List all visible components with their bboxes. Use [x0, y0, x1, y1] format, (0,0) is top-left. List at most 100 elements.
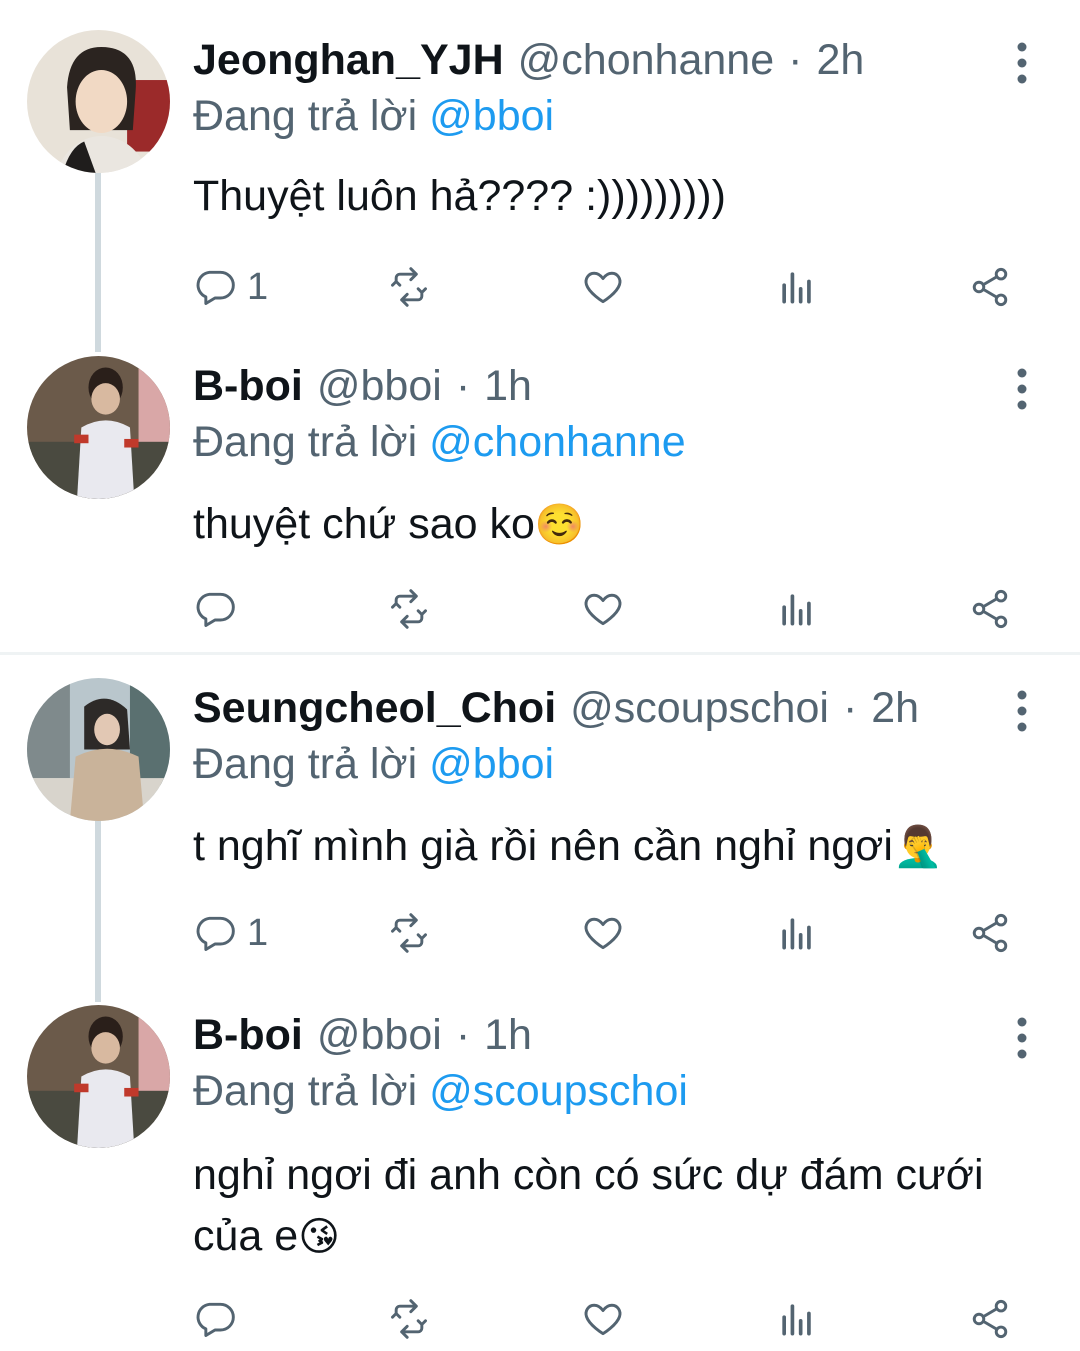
- tweet-text: t nghĩ mình già rồi nên cần nghỉ ngơi🤦‍♂…: [193, 816, 1053, 878]
- retweet-icon: [391, 589, 427, 629]
- retweet-button[interactable]: [387, 908, 431, 958]
- replying-to-line: Đang trả lời @bboi: [193, 740, 554, 789]
- avatar-image-jeonghan: [27, 30, 170, 173]
- retweet-button[interactable]: [387, 1294, 431, 1344]
- display-name[interactable]: B-boi: [193, 1011, 303, 1060]
- conversation-divider: [0, 652, 1080, 655]
- reply-icon: [196, 592, 235, 627]
- display-name[interactable]: Jeonghan_YJH: [193, 36, 504, 85]
- tweet-actions: [0, 1294, 1080, 1344]
- heart-icon: [584, 593, 622, 626]
- share-icon: [972, 1299, 1008, 1339]
- avatar[interactable]: [27, 1005, 170, 1148]
- views-button[interactable]: [775, 262, 819, 312]
- tweet-header: B-boi @bboi · 1h: [193, 1005, 532, 1065]
- tweet-header: B-boi @bboi · 1h: [193, 356, 532, 416]
- share-icon: [972, 913, 1008, 953]
- reply-count: 1: [247, 265, 269, 308]
- tweet-text-line-2: của e😘: [193, 1206, 1053, 1268]
- retweet-button[interactable]: [387, 584, 431, 634]
- retweet-icon: [391, 1299, 427, 1339]
- display-name[interactable]: Seungcheol_Choi: [193, 684, 556, 733]
- analytics-icon: [782, 1304, 811, 1336]
- share-button[interactable]: [968, 1294, 1012, 1344]
- analytics-icon: [782, 272, 811, 304]
- user-handle[interactable]: @bboi: [317, 1011, 442, 1060]
- tweet-actions: 1: [0, 262, 1080, 312]
- views-button[interactable]: [775, 908, 819, 958]
- avatar-image-bboi: [27, 1005, 170, 1148]
- retweet-button[interactable]: [387, 262, 431, 312]
- replying-to-line: Đang trả lời @bboi: [193, 92, 554, 141]
- share-button[interactable]: [968, 584, 1012, 634]
- like-button[interactable]: [581, 1294, 625, 1344]
- separator-dot: ·: [455, 1010, 471, 1059]
- more-vertical-icon[interactable]: [1005, 1013, 1039, 1063]
- tweet-text-content: Thuyệt luôn hả???? :))))))))): [193, 172, 726, 220]
- tweet-text: Thuyệt luôn hả???? :))))))))): [193, 166, 1053, 227]
- user-handle[interactable]: @chonhanne: [518, 36, 774, 85]
- retweet-icon: [391, 913, 427, 953]
- tweet-text-content: thuyệt chứ sao ko: [193, 500, 535, 548]
- more-vertical-icon[interactable]: [1005, 364, 1039, 414]
- user-handle[interactable]: @bboi: [317, 362, 442, 411]
- like-button[interactable]: [581, 908, 625, 958]
- tweet-actions: 1: [0, 908, 1080, 958]
- timestamp[interactable]: 1h: [484, 1011, 532, 1060]
- analytics-icon: [782, 918, 811, 950]
- separator-dot: ·: [788, 35, 803, 84]
- replying-to-label: Đang trả lời: [193, 1067, 418, 1115]
- heart-icon: [584, 271, 622, 304]
- avatar-image-bboi: [27, 356, 170, 499]
- tweet-header: Seungcheol_Choi @scoupschoi · 2h: [193, 678, 919, 738]
- kiss-emoji: 😘: [298, 1215, 340, 1259]
- tweet-actions: [0, 584, 1080, 634]
- reply-icon: [196, 916, 235, 951]
- avatar[interactable]: [27, 30, 170, 173]
- views-button[interactable]: [775, 1294, 819, 1344]
- more-vertical-icon[interactable]: [1005, 686, 1039, 736]
- replying-to-label: Đang trả lời: [193, 92, 418, 140]
- tweet-text: nghỉ ngơi đi anh còn có sức dự đám cưới …: [193, 1145, 1053, 1268]
- views-button[interactable]: [775, 584, 819, 634]
- mention-link[interactable]: @chonhanne: [429, 418, 685, 466]
- avatar-image-seungcheol: [27, 678, 170, 821]
- heart-icon: [584, 917, 622, 950]
- replying-to-label: Đang trả lời: [193, 418, 418, 466]
- reply-button[interactable]: 1: [193, 262, 268, 312]
- timestamp[interactable]: 2h: [816, 36, 864, 85]
- like-button[interactable]: [581, 584, 625, 634]
- tweet-text-content: t nghĩ mình già rồi nên cần nghỉ ngơi: [193, 822, 893, 870]
- avatar[interactable]: [27, 356, 170, 499]
- avatar[interactable]: [27, 678, 170, 821]
- timestamp[interactable]: 1h: [484, 362, 532, 411]
- reply-button[interactable]: [193, 584, 237, 634]
- replying-to-line: Đang trả lời @scoupschoi: [193, 1067, 688, 1116]
- share-button[interactable]: [968, 908, 1012, 958]
- mention-link[interactable]: @bboi: [429, 740, 554, 788]
- display-name[interactable]: B-boi: [193, 362, 303, 411]
- mention-link[interactable]: @bboi: [429, 92, 554, 140]
- share-icon: [972, 267, 1008, 307]
- separator-dot: ·: [842, 683, 858, 732]
- share-icon: [972, 589, 1008, 629]
- replying-to-label: Đang trả lời: [193, 740, 418, 788]
- reply-icon: [196, 1302, 235, 1337]
- mention-link[interactable]: @scoupschoi: [429, 1067, 688, 1115]
- like-button[interactable]: [581, 262, 625, 312]
- tweet-header: Jeonghan_YJH @chonhanne · 2h: [193, 30, 864, 90]
- facepalm-emoji: 🤦‍♂️: [892, 825, 943, 869]
- share-button[interactable]: [968, 262, 1012, 312]
- reply-icon: [196, 270, 235, 305]
- timestamp[interactable]: 2h: [871, 684, 919, 733]
- reply-button[interactable]: 1: [193, 908, 268, 958]
- reply-button[interactable]: [193, 1294, 237, 1344]
- more-vertical-icon[interactable]: [1005, 38, 1039, 88]
- user-handle[interactable]: @scoupschoi: [570, 684, 829, 733]
- replying-to-line: Đang trả lời @chonhanne: [193, 418, 686, 467]
- tweet-text-line: nghỉ ngơi đi anh còn có sức dự đám cưới: [193, 1151, 984, 1199]
- heart-icon: [584, 1303, 622, 1336]
- analytics-icon: [782, 594, 811, 626]
- reply-count: 1: [247, 911, 269, 954]
- smiling-emoji: ☺️: [534, 503, 585, 547]
